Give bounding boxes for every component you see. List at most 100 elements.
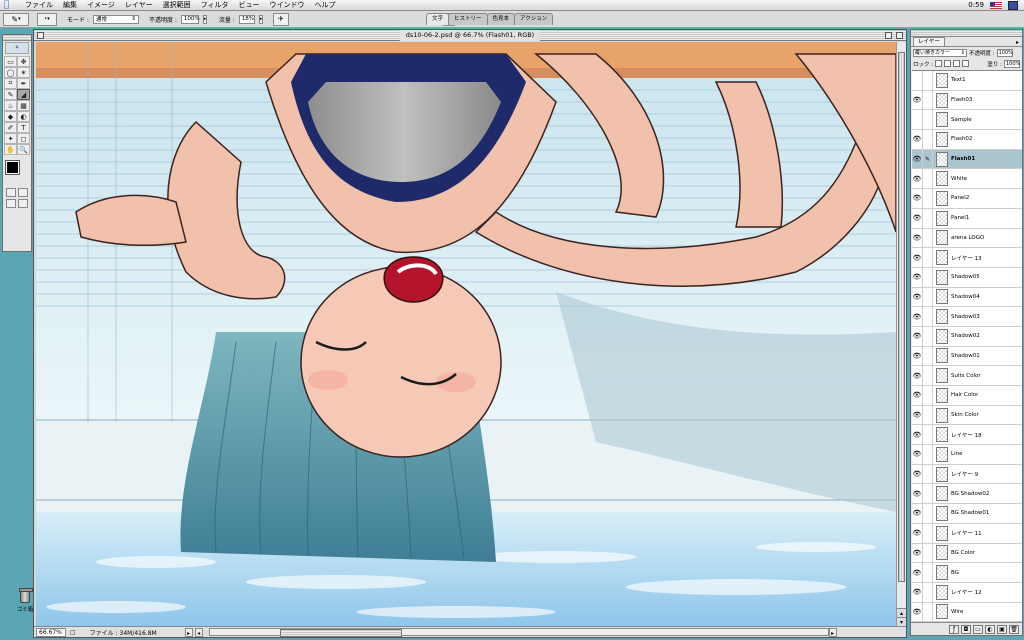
eye-icon[interactable]: 👁 [912, 503, 923, 523]
palette-tab[interactable]: アクション [514, 13, 554, 25]
standard-mode-button[interactable] [6, 188, 16, 197]
layer-row[interactable]: 👁 ✎ Flash01 [912, 149, 1022, 170]
canvas[interactable] [36, 42, 896, 626]
eye-icon[interactable]: 👁 [912, 149, 923, 169]
zoom-field[interactable]: 66.67% [36, 627, 66, 637]
vertical-scrollbar[interactable]: ▴ ▾ [896, 42, 906, 626]
new-adjustment-button[interactable]: ◐ [985, 624, 995, 634]
quickmask-mode-button[interactable] [18, 188, 28, 197]
eye-icon[interactable]: 👁 [912, 90, 923, 110]
add-mask-button[interactable]: ◘ [961, 624, 971, 634]
layer-opacity-field[interactable]: 100% [996, 48, 1013, 57]
tool-button[interactable]: ◐ [17, 111, 30, 122]
standard-screen-button[interactable] [6, 199, 16, 208]
layer-row[interactable]: 👁 Flash03 [912, 90, 1022, 111]
layer-row[interactable]: 👁 レイヤー 11 [912, 523, 1022, 544]
paintbrush-icon[interactable] [923, 208, 933, 228]
tool-button[interactable]: ⌗ [4, 78, 17, 89]
delete-layer-button[interactable]: 🗑 [1009, 624, 1019, 634]
layer-row[interactable]: 👁 BG [912, 563, 1022, 583]
eye-icon[interactable]: 👁 [912, 208, 923, 228]
layer-row[interactable]: 👁 Hair Color [912, 385, 1022, 406]
paintbrush-icon[interactable] [923, 503, 933, 523]
layer-row[interactable]: 👁 Shadow01 [912, 346, 1022, 367]
paintbrush-icon[interactable] [923, 228, 933, 248]
layer-row[interactable]: 👁 Panel2 [912, 188, 1022, 209]
tab-layers[interactable]: レイヤー [913, 37, 945, 46]
apple-menu-icon[interactable]:  [4, 0, 14, 10]
layer-row[interactable]: Sample [912, 110, 1022, 131]
layer-row[interactable]: 👁 BG Color [912, 543, 1022, 564]
eye-icon[interactable]: 👁 [912, 346, 923, 366]
collapse-box-icon[interactable] [896, 32, 903, 39]
layer-row[interactable]: 👁 Line [912, 444, 1022, 465]
paintbrush-icon[interactable] [923, 602, 933, 622]
eye-icon[interactable]: 👁 [912, 464, 923, 484]
tool-button[interactable]: ▦ [17, 100, 30, 111]
menu-item[interactable]: フィルタ [196, 0, 234, 11]
palette-tab[interactable]: ヒストリー [448, 13, 488, 25]
layer-row[interactable]: 👁 レイヤー 12 [912, 582, 1022, 603]
paintbrush-icon[interactable] [923, 484, 933, 504]
eye-icon[interactable]: 👁 [912, 563, 923, 583]
keyboard-flag-icon[interactable] [990, 1, 1002, 9]
eye-icon[interactable]: 👁 [912, 267, 923, 287]
toolbox-titlebar[interactable] [3, 35, 31, 41]
blend-mode-select[interactable]: 覆い焼きカラー ⇕ [913, 48, 967, 57]
layer-row[interactable]: 👁 Skin Color [912, 405, 1022, 426]
paintbrush-icon[interactable] [923, 405, 933, 425]
layer-style-button[interactable]: ƒ [949, 624, 959, 634]
menu-item[interactable]: 選択範囲 [158, 0, 196, 11]
fill-field[interactable]: 100% [1004, 59, 1020, 68]
scroll-left-arrow-icon[interactable]: ◂ [194, 627, 203, 637]
new-set-button[interactable]: ▭ [973, 624, 983, 634]
layer-row[interactable]: 👁 レイヤー 9 [912, 464, 1022, 485]
eye-icon[interactable]: 👁 [912, 444, 923, 464]
paintbrush-icon[interactable] [923, 563, 933, 583]
zoom-box-icon[interactable] [885, 32, 892, 39]
lock-position-checkbox[interactable] [953, 60, 961, 67]
paintbrush-icon[interactable] [923, 248, 933, 268]
tool-button[interactable]: ✥ [17, 56, 30, 67]
eye-icon[interactable]: 👁 [912, 523, 923, 543]
paintbrush-icon[interactable] [923, 366, 933, 386]
tool-button[interactable]: ✎ [4, 89, 17, 100]
paintbrush-icon[interactable] [923, 385, 933, 405]
layer-row[interactable]: 👁 BG Shadow02 [912, 484, 1022, 505]
paintbrush-icon[interactable] [923, 346, 933, 366]
paintbrush-icon[interactable] [923, 464, 933, 484]
eye-icon[interactable]: 👁 [912, 169, 923, 189]
layer-row[interactable]: 👁 Panel1 [912, 208, 1022, 229]
eye-icon[interactable]: 👁 [912, 307, 923, 327]
trash[interactable]: ゴミ箱 [14, 588, 36, 613]
paintbrush-icon[interactable] [923, 71, 933, 90]
paintbrush-icon[interactable]: ✎ [923, 149, 933, 169]
paintbrush-icon[interactable] [923, 523, 933, 543]
status-menu-arrow-icon[interactable]: ▸ [184, 627, 193, 637]
menu-item[interactable]: ファイル [20, 0, 58, 11]
palette-menu-arrow-icon[interactable]: ▸ [1016, 39, 1019, 46]
horizontal-scrollbar[interactable] [208, 628, 829, 637]
new-layer-button[interactable]: ▣ [997, 624, 1007, 634]
layer-row[interactable]: 👁 White [912, 169, 1022, 190]
lock-all-checkbox[interactable] [962, 60, 970, 67]
flow-field[interactable]: 18% [238, 14, 255, 24]
eye-icon[interactable] [912, 71, 923, 90]
layer-row[interactable]: Text1 [912, 71, 1022, 91]
lock-transparency-checkbox[interactable] [935, 60, 943, 67]
tool-button[interactable]: ✶ [17, 67, 30, 78]
flow-slider-button[interactable]: ▸ [258, 14, 263, 24]
layer-row[interactable]: 👁 arena LOGO [912, 228, 1022, 249]
layer-row[interactable]: 👁 Shadow02 [912, 326, 1022, 347]
close-box-icon[interactable] [37, 32, 44, 39]
mode-select[interactable]: 通常 ⇕ [92, 14, 139, 24]
foreground-color-swatch[interactable] [5, 160, 20, 175]
eye-icon[interactable]: 👁 [912, 582, 923, 602]
tool-button[interactable]: ▭ [4, 56, 17, 67]
opacity-slider-button[interactable]: ▸ [202, 14, 207, 24]
paintbrush-icon[interactable] [923, 188, 933, 208]
tool-button[interactable]: ◻ [17, 133, 30, 144]
eye-icon[interactable]: 👁 [912, 543, 923, 563]
paintbrush-icon[interactable] [923, 543, 933, 563]
paintbrush-icon[interactable] [923, 110, 933, 130]
